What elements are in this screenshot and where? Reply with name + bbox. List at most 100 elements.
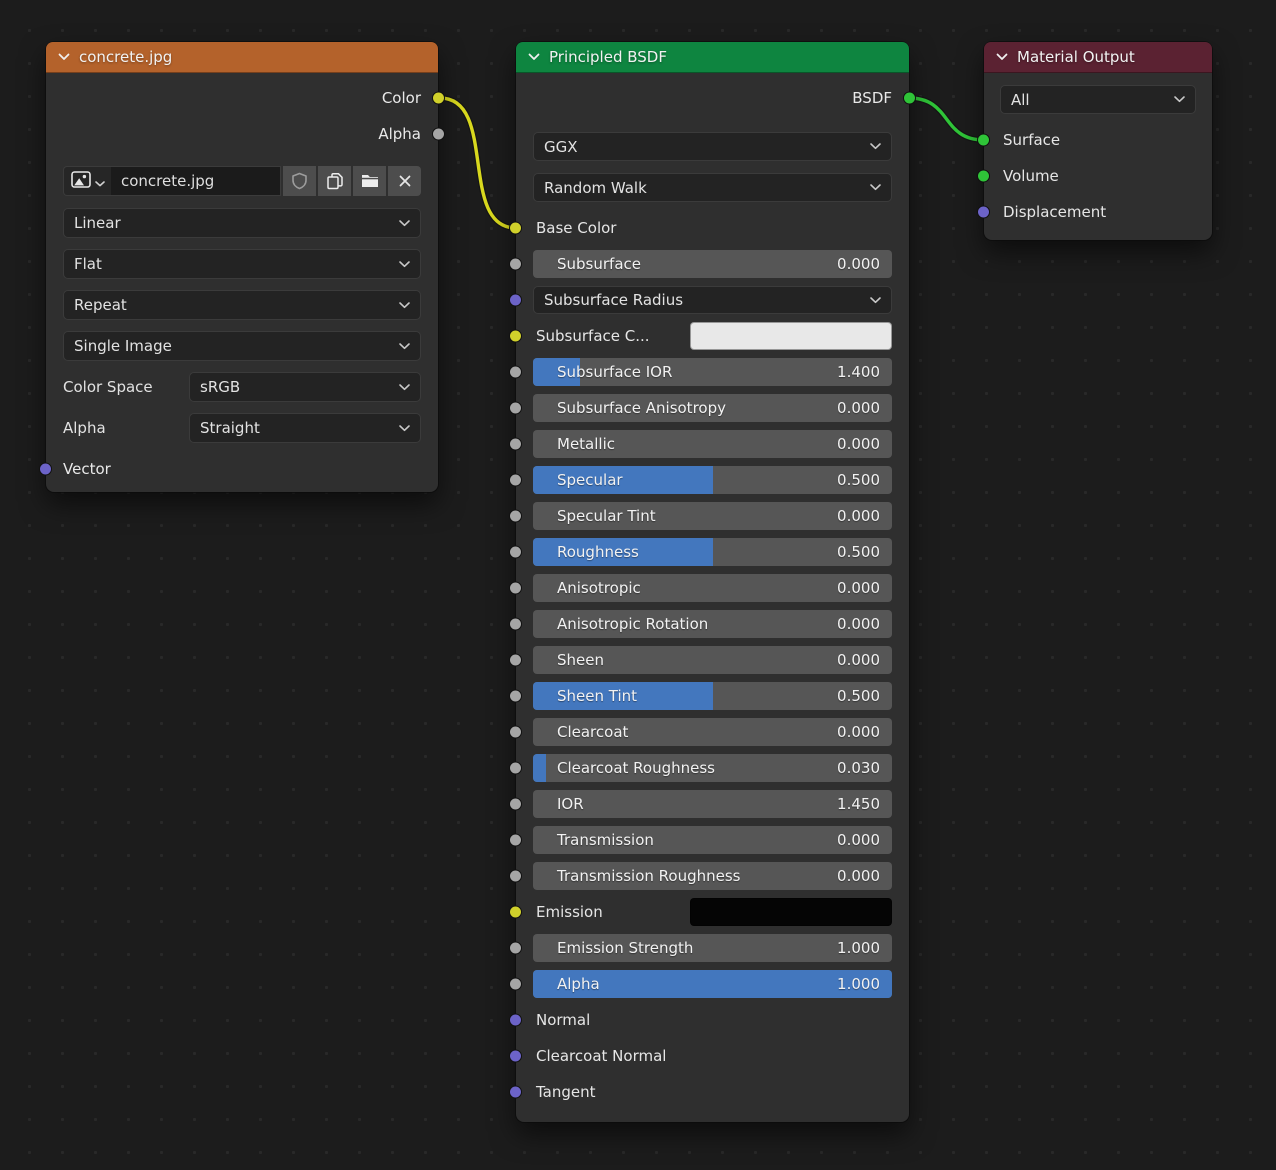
sheen-slider[interactable]: Sheen0.000 <box>533 646 892 674</box>
subsurface-ior-input-socket[interactable] <box>509 366 522 379</box>
emission-color-swatch[interactable] <box>690 898 892 926</box>
subsurface-slider[interactable]: Subsurface0.000 <box>533 250 892 278</box>
normal-input-socket[interactable] <box>509 1014 522 1027</box>
image-node-header[interactable]: concrete.jpg <box>46 42 438 73</box>
sheen-tint-input-socket[interactable] <box>509 690 522 703</box>
input-label: Surface <box>1003 131 1060 149</box>
bsdf-row-metallic: Metallic0.000 <box>533 430 892 458</box>
subsurface-c-color-swatch[interactable] <box>690 322 892 350</box>
fake-user-shield-button[interactable] <box>283 166 316 196</box>
roughness-input-socket[interactable] <box>509 546 522 559</box>
slider-label: Sheen <box>557 651 604 669</box>
shield-icon <box>291 172 308 190</box>
color-output-socket[interactable] <box>432 92 445 105</box>
anisotropic-rotation-slider[interactable]: Anisotropic Rotation0.000 <box>533 610 892 638</box>
transmission-roughness-slider[interactable]: Transmission Roughness0.000 <box>533 862 892 890</box>
subsurface-input-socket[interactable] <box>509 258 522 271</box>
subsurface-ior-slider[interactable]: Subsurface IOR1.400 <box>533 358 892 386</box>
extension-select[interactable]: Repeat <box>63 290 421 320</box>
sheen-tint-slider[interactable]: Sheen Tint0.500 <box>533 682 892 710</box>
roughness-slider[interactable]: Roughness0.500 <box>533 538 892 566</box>
node-principled-bsdf[interactable]: Principled BSDF BSDF GGX Random Walk Bas… <box>516 42 909 1122</box>
base-color-input-socket[interactable] <box>509 222 522 235</box>
bsdf-node-header[interactable]: Principled BSDF <box>516 42 909 73</box>
transmission-slider[interactable]: Transmission0.000 <box>533 826 892 854</box>
node-material-output[interactable]: Material Output All Surface Volume Displ… <box>984 42 1212 240</box>
specular-slider[interactable]: Specular0.500 <box>533 466 892 494</box>
slider-value: 1.450 <box>837 795 880 813</box>
bsdf-row-subsurface: Subsurface0.000 <box>533 250 892 278</box>
emission-input-socket[interactable] <box>509 906 522 919</box>
chevron-down-icon <box>95 172 105 191</box>
alpha-input-socket[interactable] <box>509 978 522 991</box>
node-title: concrete.jpg <box>79 48 172 66</box>
image-browse-button[interactable] <box>63 166 111 196</box>
alpha-mode-select[interactable]: Straight <box>189 413 421 443</box>
transmission-roughness-input-socket[interactable] <box>509 870 522 883</box>
subsurface-method-select[interactable]: Random Walk <box>533 173 892 202</box>
ior-input-socket[interactable] <box>509 798 522 811</box>
open-image-button[interactable] <box>353 166 386 196</box>
interpolation-select[interactable]: Linear <box>63 208 421 238</box>
anisotropic-input-socket[interactable] <box>509 582 522 595</box>
slider-label: Subsurface Anisotropy <box>557 399 726 417</box>
prop-label: Color Space <box>63 378 189 396</box>
alpha-slider[interactable]: Alpha1.000 <box>533 970 892 998</box>
collapse-chevron-icon[interactable] <box>58 53 70 61</box>
slider-fill <box>533 754 546 782</box>
subsurface-radius-input-socket[interactable] <box>509 294 522 307</box>
distribution-select[interactable]: GGX <box>533 132 892 161</box>
folder-icon <box>361 174 379 188</box>
output-node-header[interactable]: Material Output <box>984 42 1212 73</box>
tangent-input-socket[interactable] <box>509 1086 522 1099</box>
emission-strength-input-socket[interactable] <box>509 942 522 955</box>
bsdf-output-socket[interactable] <box>903 92 916 105</box>
image-name-field[interactable]: concrete.jpg <box>111 166 281 196</box>
output-row-color: Color <box>63 80 421 116</box>
collapse-chevron-icon[interactable] <box>996 53 1008 61</box>
clearcoat-normal-input-socket[interactable] <box>509 1050 522 1063</box>
specular-input-socket[interactable] <box>509 474 522 487</box>
metallic-slider[interactable]: Metallic0.000 <box>533 430 892 458</box>
colorspace-select[interactable]: sRGB <box>189 372 421 402</box>
subsurface-radius-select[interactable]: Subsurface Radius <box>533 286 892 314</box>
emission-strength-slider[interactable]: Emission Strength1.000 <box>533 934 892 962</box>
displacement-input-socket[interactable] <box>977 206 990 219</box>
bsdf-row-subsurface-anisotropy: Subsurface Anisotropy 0.000 <box>533 394 892 422</box>
link-bsdf-to-surface[interactable] <box>909 98 984 140</box>
link-image-color-to-base-color[interactable] <box>440 98 516 228</box>
subsurface-anisotropy-input-socket[interactable] <box>509 402 522 415</box>
clearcoat-input-socket[interactable] <box>509 726 522 739</box>
projection-select[interactable]: Flat <box>63 249 421 279</box>
vector-input-socket[interactable] <box>39 463 52 476</box>
bsdf-row-sheen-tint: Sheen Tint0.500 <box>533 682 892 710</box>
clearcoat-roughness-input-socket[interactable] <box>509 762 522 775</box>
clearcoat-roughness-slider[interactable]: Clearcoat Roughness0.030 <box>533 754 892 782</box>
metallic-input-socket[interactable] <box>509 438 522 451</box>
specular-tint-input-socket[interactable] <box>509 510 522 523</box>
unlink-image-button[interactable] <box>388 166 421 196</box>
collapse-chevron-icon[interactable] <box>528 53 540 61</box>
subsurface-c-input-socket[interactable] <box>509 330 522 343</box>
transmission-input-socket[interactable] <box>509 834 522 847</box>
slider-label: Subsurface IOR <box>557 363 672 381</box>
bsdf-row-subsurface-radius: Subsurface Radius <box>533 286 892 314</box>
slider-value: 0.030 <box>837 759 880 777</box>
slider-value: 0.000 <box>837 399 880 417</box>
clearcoat-slider[interactable]: Clearcoat0.000 <box>533 718 892 746</box>
subsurface-anisotropy-slider[interactable]: Subsurface Anisotropy 0.000 <box>533 394 892 422</box>
sheen-input-socket[interactable] <box>509 654 522 667</box>
slider-value: 0.500 <box>837 471 880 489</box>
volume-input-socket[interactable] <box>977 170 990 183</box>
slider-label: Transmission <box>557 831 654 849</box>
duplicate-image-button[interactable] <box>318 166 351 196</box>
alpha-output-socket[interactable] <box>432 128 445 141</box>
node-image-texture[interactable]: concrete.jpg Color Alpha <box>46 42 438 492</box>
surface-input-socket[interactable] <box>977 134 990 147</box>
anisotropic-rotation-input-socket[interactable] <box>509 618 522 631</box>
specular-tint-slider[interactable]: Specular Tint0.000 <box>533 502 892 530</box>
source-select[interactable]: Single Image <box>63 331 421 361</box>
ior-slider[interactable]: IOR1.450 <box>533 790 892 818</box>
anisotropic-slider[interactable]: Anisotropic0.000 <box>533 574 892 602</box>
target-select[interactable]: All <box>1000 85 1196 114</box>
